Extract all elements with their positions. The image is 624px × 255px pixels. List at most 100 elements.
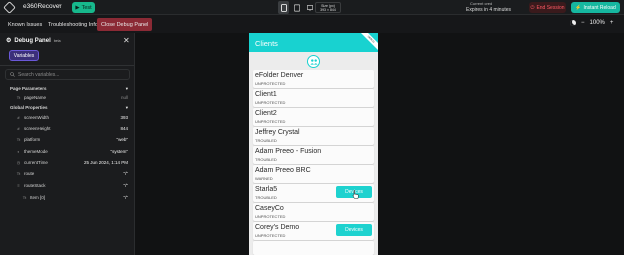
search-icon <box>10 72 15 77</box>
variable-row[interactable]: Tt route "/" <box>0 169 134 178</box>
close-debug-panel-button[interactable]: Close Debug Panel <box>97 18 153 31</box>
page-title: Clients <box>255 39 278 48</box>
global-properties-section[interactable]: Global Properties ▾ <box>0 103 134 112</box>
text-type-icon: Tt <box>16 171 21 176</box>
variable-name: screenWidth <box>24 115 50 120</box>
zoom-control: − 100% + <box>570 20 613 26</box>
debug-ribbon: DEBUG <box>358 33 378 52</box>
variable-name: Item [0] <box>30 195 46 200</box>
client-name: Adam Preeo - Fusion <box>255 148 322 155</box>
test-mode-button[interactable]: ▶ Test <box>72 2 95 13</box>
test-label: Test <box>81 4 92 11</box>
client-card[interactable]: CaseyCo UNPROTECTED <box>253 203 374 221</box>
client-card[interactable]: Corey's Demo UNPROTECTED Devices <box>253 222 374 240</box>
client-name: CaseyCo <box>255 205 284 212</box>
play-icon: ▶ <box>75 4 80 11</box>
client-card[interactable]: eFolder Denver UNPROTECTED <box>253 70 374 88</box>
desktop-device-button[interactable] <box>304 1 315 14</box>
variables-tab[interactable]: Variables <box>9 50 39 61</box>
search-placeholder: Search variables... <box>18 71 60 78</box>
page-parameters-title: Page Parameters <box>10 86 47 91</box>
variable-value: "/" <box>123 195 128 200</box>
credit-expiry: Expires in 4 minutes <box>466 7 512 13</box>
devices-button[interactable]: Devices <box>336 224 372 236</box>
text-type-icon: Tt <box>22 195 27 200</box>
debug-panel: ⚙ Debug Panel beta ✕ Variables Search va… <box>0 33 135 255</box>
device-selector <box>278 1 315 14</box>
zoom-in-button[interactable]: + <box>610 20 614 26</box>
client-card[interactable]: Jeffrey Crystal TROUBLED <box>253 127 374 145</box>
tablet-device-button[interactable] <box>291 1 302 14</box>
bug-icon: ⚙ <box>6 38 12 44</box>
list-type-icon: ≡ <box>17 183 20 188</box>
phone-device-button[interactable] <box>278 1 289 14</box>
dark-mode-icon[interactable] <box>570 20 576 26</box>
chevron-down-icon[interactable]: ▾ <box>59 3 62 9</box>
variable-name: screenHeight <box>24 126 51 131</box>
instant-reload-label: Instant Reload <box>583 4 616 11</box>
variable-row[interactable]: ◐ themeMode "system" <box>0 147 134 156</box>
beta-badge: beta <box>53 38 61 43</box>
lightning-icon: ⚡ <box>575 4 582 11</box>
debug-panel-title: Debug Panel <box>14 37 51 44</box>
client-status: UNPROTECTED <box>255 100 286 105</box>
client-status: UNPROTECTED <box>255 233 286 238</box>
client-card[interactable]: Adam Preeo BRC WARNED <box>253 165 374 183</box>
client-name: Jeffrey Crystal <box>255 129 300 136</box>
search-variables-input[interactable]: Search variables... <box>5 69 130 80</box>
end-session-label: End Session <box>536 4 565 11</box>
client-status: UNPROTECTED <box>255 119 286 124</box>
divider <box>0 65 134 66</box>
variable-name: platform <box>24 137 41 142</box>
variable-row[interactable]: Tt pageName null <box>0 93 134 102</box>
variable-name: pageName <box>24 95 47 100</box>
variable-value: 25 Jun 2024, 1:14 PM <box>83 160 128 165</box>
variable-row[interactable]: Tt platform "web" <box>0 135 134 144</box>
credit-label: Current cred <box>470 1 493 6</box>
chevron-down-icon: ▾ <box>125 104 128 110</box>
size-value: 393 × 844 <box>320 8 336 12</box>
variable-name: route <box>24 171 35 176</box>
client-status: TROUBLED <box>255 157 277 162</box>
zoom-level: 100% <box>589 20 605 26</box>
client-card[interactable]: Client2 UNPROTECTED <box>253 108 374 126</box>
phone-icon <box>280 3 287 12</box>
theme-type-icon: ◐ <box>17 149 20 154</box>
zoom-out-button[interactable]: − <box>581 20 585 26</box>
canvas-size-display[interactable]: Size (px) 393 × 844 <box>315 2 341 13</box>
client-name: Client2 <box>255 110 277 117</box>
client-card[interactable]: Client1 UNPROTECTED <box>253 89 374 107</box>
text-type-icon: Tt <box>16 137 21 142</box>
tab-troubleshooting-info[interactable]: Troubleshooting Info <box>44 18 102 31</box>
client-status: TROUBLED <box>255 195 277 200</box>
client-name: Starla5 <box>255 186 278 193</box>
tab-known-issues[interactable]: Known Issues <box>4 18 46 31</box>
project-name[interactable]: e360Recover <box>23 3 62 10</box>
page-parameters-section[interactable]: Page Parameters ▾ <box>0 84 134 93</box>
variable-row[interactable]: ◷ currentTime 25 Jun 2024, 1:14 PM <box>0 158 134 167</box>
client-status: WARNED <box>255 176 273 181</box>
users-icon[interactable] <box>307 55 320 68</box>
phone-preview: Clients DEBUG eFolder Denver UNPROTECTED… <box>249 33 378 255</box>
end-session-button[interactable]: ⏻ End Session <box>529 2 566 13</box>
variable-value: 393 <box>120 115 128 120</box>
close-icon[interactable]: ✕ <box>123 36 130 45</box>
app-logo-icon <box>3 1 16 14</box>
tablet-icon <box>293 3 300 12</box>
global-properties-title: Global Properties <box>10 105 48 110</box>
variable-value: "/" <box>123 183 128 188</box>
client-name: Client1 <box>255 91 277 98</box>
client-card[interactable]: Adam Preeo - Fusion TROUBLED <box>253 146 374 164</box>
client-card[interactable] <box>253 241 374 255</box>
variable-row[interactable]: Tt Item [0] "/" <box>0 193 134 202</box>
debug-panel-header: ⚙ Debug Panel beta <box>6 37 61 45</box>
stop-icon: ⏻ <box>530 4 535 11</box>
variable-row[interactable]: # screenWidth 393 <box>0 113 134 122</box>
variable-row[interactable]: # screenHeight 844 <box>0 124 134 133</box>
text-type-icon: Tt <box>16 95 21 100</box>
client-status: UNPROTECTED <box>255 214 286 219</box>
client-status: UNPROTECTED <box>255 81 286 86</box>
variable-row[interactable]: ≡ routeStack "/" <box>0 181 134 190</box>
variable-name: routeStack <box>24 183 46 188</box>
instant-reload-button[interactable]: ⚡ Instant Reload <box>571 2 620 13</box>
